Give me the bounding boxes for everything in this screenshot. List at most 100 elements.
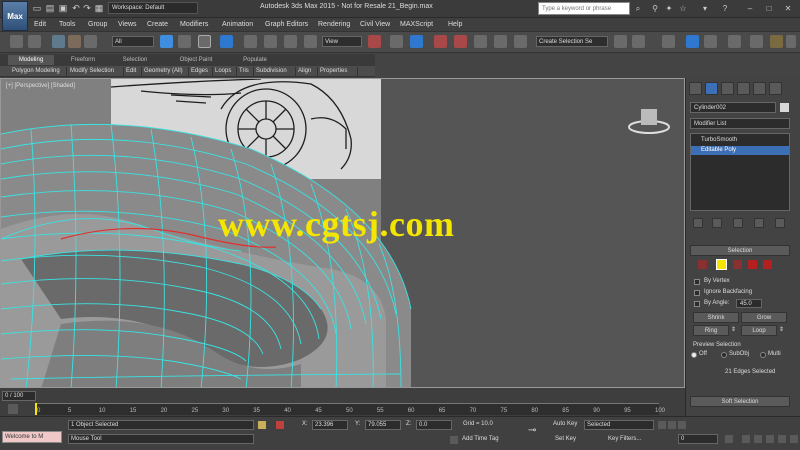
search-icon[interactable]: ⌕ bbox=[633, 3, 643, 14]
by-angle-checkbox[interactable] bbox=[694, 301, 700, 307]
viewport-label[interactable]: [+] [Perspective] [Shaded] bbox=[6, 83, 75, 89]
grow-button[interactable]: Grow bbox=[741, 312, 787, 323]
align-icon[interactable] bbox=[632, 35, 645, 48]
mirror-icon[interactable] bbox=[614, 35, 627, 48]
render-frame-window-icon[interactable] bbox=[770, 35, 783, 48]
spinner-snap-icon[interactable] bbox=[494, 35, 507, 48]
stack-item-turbosmooth[interactable]: TurboSmooth bbox=[691, 136, 789, 145]
material-editor-icon[interactable] bbox=[728, 35, 741, 48]
menu-views[interactable]: Views bbox=[118, 19, 137, 30]
maxscript-listener[interactable]: Welcome to M bbox=[2, 431, 62, 443]
add-time-tag-button[interactable]: Add Time Tag bbox=[462, 436, 499, 442]
selection-rollout-header[interactable]: Selection bbox=[690, 245, 790, 256]
previous-frame-icon[interactable] bbox=[668, 421, 676, 429]
by-vertex-checkbox[interactable] bbox=[694, 279, 700, 285]
ribbon-edit[interactable]: Edit bbox=[124, 67, 142, 76]
render-production-icon[interactable] bbox=[786, 35, 796, 48]
menu-graph-editors[interactable]: Graph Editors bbox=[265, 19, 308, 30]
loop-spinner-icon[interactable]: ⇕ bbox=[779, 326, 784, 333]
auto-key-button[interactable]: Auto Key bbox=[553, 421, 577, 427]
angle-snap-icon[interactable] bbox=[454, 35, 467, 48]
preview-multi-radio[interactable] bbox=[760, 352, 766, 358]
ribbon-modify-selection[interactable]: Modify Selection bbox=[68, 67, 124, 76]
time-tag-icon[interactable] bbox=[450, 436, 458, 444]
select-object-icon[interactable] bbox=[160, 35, 173, 48]
select-link-icon[interactable] bbox=[52, 35, 65, 48]
curve-editor-icon[interactable] bbox=[704, 35, 717, 48]
modifier-list-dropdown[interactable]: Modifier List bbox=[690, 118, 790, 129]
ribbon-tab-modeling[interactable]: Modeling bbox=[8, 55, 54, 65]
remove-modifier-icon[interactable] bbox=[754, 218, 764, 228]
object-name-field[interactable]: Cylinder002 bbox=[690, 102, 776, 113]
orbit-icon[interactable] bbox=[778, 435, 786, 443]
object-color-swatch[interactable] bbox=[780, 103, 789, 112]
shrink-button[interactable]: Shrink bbox=[693, 312, 739, 323]
set-key-button[interactable]: Set Key bbox=[555, 436, 576, 442]
zoom-all-icon[interactable] bbox=[754, 435, 762, 443]
help-icon[interactable]: ? bbox=[720, 3, 730, 14]
create-tab-icon[interactable] bbox=[689, 82, 702, 95]
vertex-mode-icon[interactable] bbox=[698, 260, 707, 269]
menu-modifiers[interactable]: Modifiers bbox=[180, 19, 208, 30]
ring-button[interactable]: Ring bbox=[693, 325, 729, 336]
app-menu-button[interactable]: Max bbox=[2, 1, 28, 31]
loop-button[interactable]: Loop bbox=[741, 325, 777, 336]
reference-coordinate-dropdown[interactable]: View bbox=[322, 36, 362, 47]
key-mode-icon[interactable]: ⊸ bbox=[528, 425, 536, 436]
play-icon[interactable] bbox=[678, 421, 686, 429]
percent-snap-icon[interactable] bbox=[474, 35, 487, 48]
ribbon-tris[interactable]: Tris bbox=[237, 67, 254, 76]
render-setup-icon[interactable] bbox=[750, 35, 763, 48]
soft-selection-rollout-header[interactable]: Soft Selection bbox=[690, 396, 790, 407]
ribbon-polygon-modeling[interactable]: Polygon Modeling bbox=[10, 67, 67, 76]
pivot-center-icon[interactable] bbox=[368, 35, 381, 48]
pan-icon[interactable] bbox=[766, 435, 774, 443]
menu-animation[interactable]: Animation bbox=[222, 19, 253, 30]
close-icon[interactable]: ✕ bbox=[783, 3, 793, 14]
pin-stack-icon[interactable] bbox=[693, 218, 703, 228]
zoom-icon[interactable] bbox=[742, 435, 750, 443]
layer-explorer-icon[interactable] bbox=[662, 35, 675, 48]
communication-center-icon[interactable]: ✦ bbox=[664, 3, 674, 14]
redo-icon[interactable]: ↷ bbox=[82, 3, 92, 13]
utilities-tab-icon[interactable] bbox=[769, 82, 782, 95]
select-manipulate-icon[interactable] bbox=[390, 35, 403, 48]
stack-item-editable-poly[interactable]: Editable Poly bbox=[691, 146, 789, 155]
menu-maxscript[interactable]: MAXScript bbox=[400, 19, 433, 30]
new-file-icon[interactable]: ▭ bbox=[32, 3, 42, 13]
bind-space-warp-icon[interactable] bbox=[84, 35, 97, 48]
y-coordinate-input[interactable]: 79.055 bbox=[365, 420, 401, 430]
motion-tab-icon[interactable] bbox=[737, 82, 750, 95]
element-mode-icon[interactable] bbox=[763, 260, 772, 269]
border-mode-icon[interactable] bbox=[733, 260, 742, 269]
preview-subobj-radio[interactable] bbox=[721, 352, 727, 358]
named-selection-dropdown[interactable]: Create Selection Se bbox=[536, 36, 608, 47]
redo-tool-icon[interactable] bbox=[28, 35, 41, 48]
x-coordinate-input[interactable]: 23.396 bbox=[312, 420, 348, 430]
undo-icon[interactable]: ↶ bbox=[71, 3, 81, 13]
favorites-icon[interactable]: ☆ bbox=[678, 3, 688, 14]
show-end-result-icon[interactable] bbox=[712, 218, 722, 228]
menu-civil-view[interactable]: Civil View bbox=[360, 19, 390, 30]
ribbon-tab-object-paint[interactable]: Object Paint bbox=[168, 55, 224, 65]
preview-off-radio[interactable] bbox=[691, 352, 697, 358]
selection-filter-dropdown[interactable]: All bbox=[112, 36, 154, 47]
time-configuration-icon[interactable] bbox=[725, 435, 733, 443]
edge-mode-icon[interactable] bbox=[716, 259, 727, 270]
z-coordinate-input[interactable]: 0.0 bbox=[416, 420, 452, 430]
ribbon-geometry-all[interactable]: Geometry (All) bbox=[142, 67, 189, 76]
polygon-mode-icon[interactable] bbox=[748, 260, 757, 269]
maximize-viewport-icon[interactable] bbox=[790, 435, 798, 443]
by-angle-input[interactable]: 45.0 bbox=[736, 299, 762, 308]
project-folder-icon[interactable]: ▦ bbox=[94, 3, 104, 13]
infocenter-icon[interactable]: ⚲ bbox=[650, 3, 660, 14]
ribbon-tab-populate[interactable]: Populate bbox=[232, 55, 278, 65]
make-unique-icon[interactable] bbox=[733, 218, 743, 228]
ring-spinner-icon[interactable]: ⇕ bbox=[731, 326, 736, 333]
place-icon[interactable] bbox=[304, 35, 317, 48]
graphite-toolbox-icon[interactable] bbox=[686, 35, 699, 48]
display-tab-icon[interactable] bbox=[753, 82, 766, 95]
ribbon-tab-freeform[interactable]: Freeform bbox=[60, 55, 106, 65]
go-to-start-icon[interactable] bbox=[658, 421, 666, 429]
current-frame-input[interactable]: 0 bbox=[678, 434, 718, 444]
